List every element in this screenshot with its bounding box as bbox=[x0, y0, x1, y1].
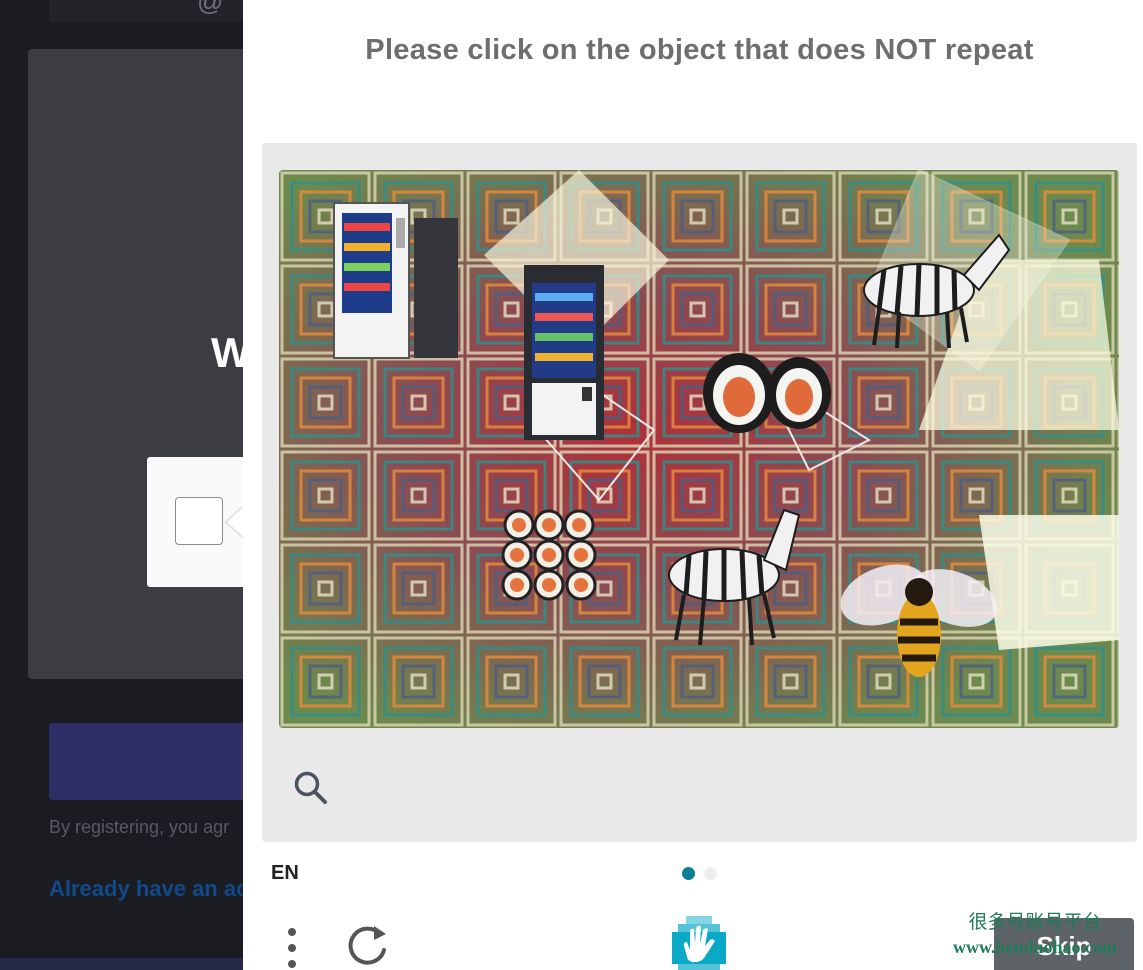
menu-button[interactable] bbox=[283, 924, 303, 970]
pagination-dot-1 bbox=[682, 867, 695, 880]
captcha-checkbox[interactable] bbox=[175, 497, 223, 545]
vending-machine-1 bbox=[333, 202, 458, 359]
background-input-field: @ bbox=[49, 0, 269, 22]
challenge-task-area bbox=[262, 143, 1137, 842]
skip-button[interactable]: Skip bbox=[994, 918, 1134, 970]
search-icon bbox=[294, 771, 327, 804]
background-continue-button[interactable] bbox=[49, 723, 269, 800]
refresh-button[interactable] bbox=[346, 924, 390, 970]
captcha-challenge-panel: Please click on the object that does NOT… bbox=[243, 0, 1143, 970]
hcaptcha-hand-logo bbox=[672, 916, 726, 970]
hcaptcha-logo bbox=[668, 916, 730, 970]
zoom-button[interactable] bbox=[292, 769, 330, 807]
refresh-icon bbox=[348, 926, 386, 965]
page: @ W By registering, you agr Already have… bbox=[0, 0, 1143, 970]
sushi-cluster bbox=[501, 509, 597, 601]
challenge-prompt: Please click on the object that does NOT… bbox=[365, 34, 1034, 66]
more-vertical-icon-dot bbox=[288, 960, 296, 968]
pagination-dot-2 bbox=[704, 867, 717, 880]
language-selector[interactable]: EN bbox=[271, 862, 299, 885]
background-bottom-strip bbox=[0, 958, 260, 970]
at-icon: @ bbox=[197, 0, 224, 16]
challenge-image[interactable] bbox=[279, 170, 1119, 728]
background-login-link[interactable]: Already have an ac bbox=[49, 876, 248, 902]
pagination-dots bbox=[682, 867, 717, 880]
more-vertical-icon bbox=[288, 928, 296, 936]
vending-machine-2 bbox=[524, 265, 604, 440]
more-vertical-icon-dot bbox=[288, 944, 296, 952]
background-terms-text: By registering, you agr bbox=[49, 817, 230, 837]
